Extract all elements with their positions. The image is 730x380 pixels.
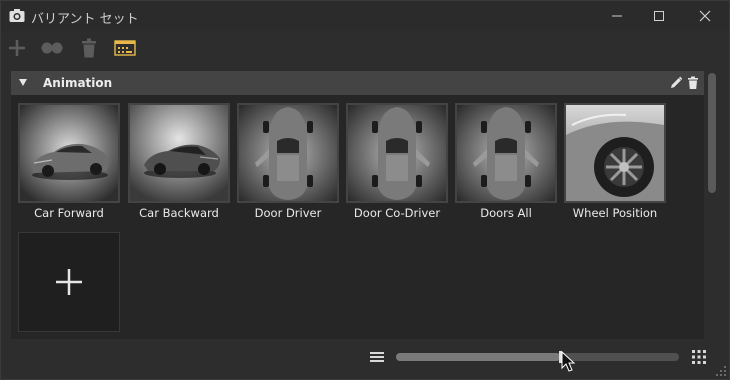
section-header[interactable]: Animation [11, 71, 704, 95]
collapse-arrow-icon[interactable] [19, 79, 27, 86]
minimize-icon [612, 15, 622, 17]
window-title: バリアント セット [31, 12, 139, 27]
slider-fill [396, 353, 561, 361]
minimize-button[interactable] [597, 3, 637, 29]
maximize-button[interactable] [639, 3, 679, 29]
pencil-icon[interactable] [669, 76, 683, 90]
variant-group-icon [41, 42, 63, 54]
script-icon [114, 40, 136, 56]
wheel-image [566, 105, 664, 201]
camera-icon [9, 9, 25, 22]
variant-label: Door Co-Driver [353, 206, 441, 220]
variant-label: Car Backward [139, 206, 219, 220]
maximize-icon [654, 11, 664, 21]
list-view-icon[interactable] [369, 349, 385, 365]
variant-wheel-position[interactable]: Wheel Position [564, 103, 666, 220]
title-bar[interactable]: バリアント セット [1, 1, 729, 31]
trash-icon[interactable] [686, 76, 700, 90]
scrollbar-thumb[interactable] [708, 73, 716, 193]
variant-door-co-driver[interactable]: Door Co-Driver [346, 103, 448, 220]
add-variant-button[interactable] [4, 35, 30, 61]
close-button[interactable] [685, 3, 725, 29]
doors-all-image [457, 105, 555, 201]
car-front-image [20, 105, 118, 201]
variant-thumbnail [346, 103, 448, 203]
add-group-button[interactable] [39, 35, 65, 61]
variant-door-driver[interactable]: Door Driver [237, 103, 339, 220]
resize-grip-icon[interactable] [715, 365, 727, 377]
grid-view-icon[interactable] [691, 349, 707, 365]
vertical-scrollbar[interactable] [706, 71, 718, 339]
variant-car-backward[interactable]: Car Backward [128, 103, 230, 220]
variant-thumbnail [128, 103, 230, 203]
door-codriver-image [348, 105, 446, 201]
close-icon [699, 10, 711, 22]
trash-icon [82, 38, 96, 58]
variant-sets-window: バリアント セット Animation Car Forward Car Back… [0, 0, 730, 380]
variant-thumbnail [455, 103, 557, 203]
variant-thumbnail [564, 103, 666, 203]
variant-label: Wheel Position [572, 206, 658, 220]
section-title: Animation [43, 76, 113, 90]
delete-button[interactable] [76, 35, 102, 61]
script-editor-button[interactable] [112, 35, 138, 61]
plus-icon [56, 269, 82, 295]
door-driver-image [239, 105, 337, 201]
variant-label: Car Forward [34, 206, 104, 220]
variant-thumbnail [18, 103, 120, 203]
variant-label: Door Driver [254, 206, 322, 220]
thumbnail-size-slider[interactable] [396, 351, 679, 363]
variant-thumbnail [237, 103, 339, 203]
variant-car-forward[interactable]: Car Forward [18, 103, 120, 220]
plus-icon [9, 40, 25, 56]
variant-label: Doors All [480, 206, 532, 220]
add-variant-tile[interactable] [18, 232, 120, 332]
variant-doors-all[interactable]: Doors All [455, 103, 557, 220]
bottom-bar [1, 341, 729, 379]
toolbar [1, 31, 729, 65]
car-rear-image [130, 105, 228, 201]
mouse-cursor-icon [561, 351, 576, 372]
